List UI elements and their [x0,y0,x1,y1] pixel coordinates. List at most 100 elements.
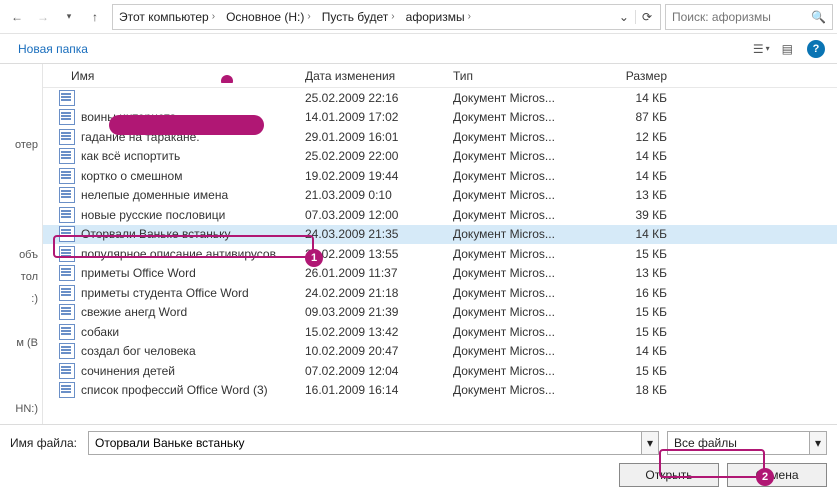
file-size: 14 КБ [589,91,685,105]
nav-item[interactable] [0,112,42,134]
file-type: Документ Micros... [447,247,589,261]
nav-item[interactable] [0,68,42,90]
search-icon: 🔍 [811,10,826,24]
file-date: 25.02.2009 22:00 [299,149,447,163]
nav-fwd-icon[interactable]: → [30,4,56,30]
file-row[interactable]: кортко о смешном19.02.2009 19:44Документ… [43,166,837,186]
nav-item[interactable] [0,156,42,178]
col-header-size[interactable]: Размер [589,69,685,83]
file-row[interactable]: как всё испортить 25.02.2009 22:00Докумен… [43,147,837,167]
word-doc-icon [59,187,75,203]
redacted-filename [109,115,264,135]
file-list[interactable]: Имя Дата изменения Тип Размер 25.02.2009… [43,64,837,400]
file-size: 15 КБ [589,247,685,261]
col-header-date[interactable]: Дата изменения [299,69,447,83]
view-mode-button[interactable]: ☰▾ [747,38,776,60]
cancel-button[interactable]: Отмена [727,463,827,487]
file-size: 15 КБ [589,364,685,378]
file-type: Документ Micros... [447,227,589,241]
file-size: 14 КБ [589,169,685,183]
nav-item[interactable] [0,90,42,112]
file-size: 16 КБ [589,286,685,300]
file-row[interactable]: 25.02.2009 22:16Документ Micros...14 КБ [43,88,837,108]
nav-item[interactable] [0,354,42,376]
file-type: Документ Micros... [447,110,589,124]
file-date: 29.01.2009 16:01 [299,130,447,144]
word-doc-icon [59,265,75,281]
breadcrumb-item[interactable]: Этот компьютер› [115,5,222,29]
file-date: 10.02.2009 20:47 [299,344,447,358]
word-doc-icon [59,168,75,184]
nav-recent-icon[interactable]: ▾ [56,4,82,30]
file-row[interactable]: популярное описание антивирусов28.02.200… [43,244,837,264]
file-name: создал бог человека [81,344,196,358]
file-row[interactable]: нелепые доменные имена21.03.2009 0:10Док… [43,186,837,206]
filename-drop-icon[interactable]: ▾ [641,431,659,455]
file-size: 87 КБ [589,110,685,124]
open-button[interactable]: Открыть [619,463,719,487]
nav-item[interactable] [0,178,42,200]
file-date: 21.03.2009 0:10 [299,188,447,202]
file-name: как всё испортить [81,149,180,163]
file-size: 14 КБ [589,227,685,241]
addr-dropdown-icon[interactable]: ⌄ [613,10,635,24]
breadcrumb-item[interactable]: Пусть будет› [318,5,402,29]
new-folder-link[interactable]: Новая папка [18,42,88,56]
word-doc-icon [59,382,75,398]
file-type: Документ Micros... [447,91,589,105]
filetype-filter[interactable]: Все файлы ▾ [667,431,827,455]
file-row[interactable]: свежие анегд Word09.03.2009 21:39Докумен… [43,303,837,323]
breadcrumb-item[interactable]: афоризмы› [402,5,478,29]
filename-input[interactable] [88,431,641,455]
search-box[interactable]: 🔍 [665,4,833,30]
breadcrumb-item[interactable]: Основное (H:)› [222,5,318,29]
nav-item[interactable]: отер [0,134,42,156]
file-row[interactable]: приметы Office Word26.01.2009 11:37Докум… [43,264,837,284]
file-row[interactable]: новые русские пословици07.03.2009 12:00Д… [43,205,837,225]
file-date: 25.02.2009 22:16 [299,91,447,105]
file-name: приметы Office Word [81,266,196,280]
file-size: 14 КБ [589,344,685,358]
preview-pane-button[interactable]: ▤ [776,38,799,60]
file-row[interactable]: сочинения детей07.02.2009 12:04Документ … [43,361,837,381]
nav-item[interactable] [0,310,42,332]
nav-item[interactable]: :) [0,288,42,310]
list-header[interactable]: Имя Дата изменения Тип Размер [43,64,837,88]
word-doc-icon [59,109,75,125]
word-doc-icon [59,226,75,242]
address-bar[interactable]: Этот компьютер›Основное (H:)›Пусть будет… [112,4,661,30]
filename-combo[interactable]: ▾ [88,431,659,455]
nav-item[interactable]: тол [0,266,42,288]
refresh-icon[interactable]: ⟳ [635,10,658,24]
file-date: 19.02.2009 19:44 [299,169,447,183]
word-doc-icon [59,304,75,320]
nav-item[interactable]: HN:) [0,398,42,420]
file-size: 15 КБ [589,305,685,319]
nav-item[interactable] [0,222,42,244]
word-doc-icon [59,90,75,106]
up-dir-icon[interactable]: ↑ [82,4,108,30]
nav-item[interactable]: объ [0,244,42,266]
file-row[interactable]: приметы студента Office Word24.02.2009 2… [43,283,837,303]
file-name: нелепые доменные имена [81,188,228,202]
file-row[interactable]: создал бог человека10.02.2009 20:47Докум… [43,342,837,362]
col-header-name[interactable]: Имя [43,69,299,83]
file-row[interactable]: собаки15.02.2009 13:42Документ Micros...… [43,322,837,342]
nav-item[interactable]: м (В [0,332,42,354]
nav-back-icon[interactable]: ← [4,4,30,30]
annotation-marker-2: 2 [756,468,774,486]
nav-tree[interactable]: отер обътол:) м (В HN:) [0,64,43,424]
file-type: Документ Micros... [447,383,589,397]
file-type: Документ Micros... [447,305,589,319]
search-input[interactable] [672,10,811,24]
filter-drop-icon[interactable]: ▾ [809,431,827,455]
col-header-type[interactable]: Тип [447,69,589,83]
nav-item[interactable] [0,200,42,222]
file-type: Документ Micros... [447,364,589,378]
file-row[interactable]: список профессий Office Word (3)16.01.20… [43,381,837,401]
help-icon[interactable]: ? [807,40,825,58]
file-date: 26.01.2009 11:37 [299,266,447,280]
file-row[interactable]: Оторвали Ваньке встаньку24.03.2009 21:35… [43,225,837,245]
nav-item[interactable] [0,376,42,398]
file-type: Документ Micros... [447,149,589,163]
